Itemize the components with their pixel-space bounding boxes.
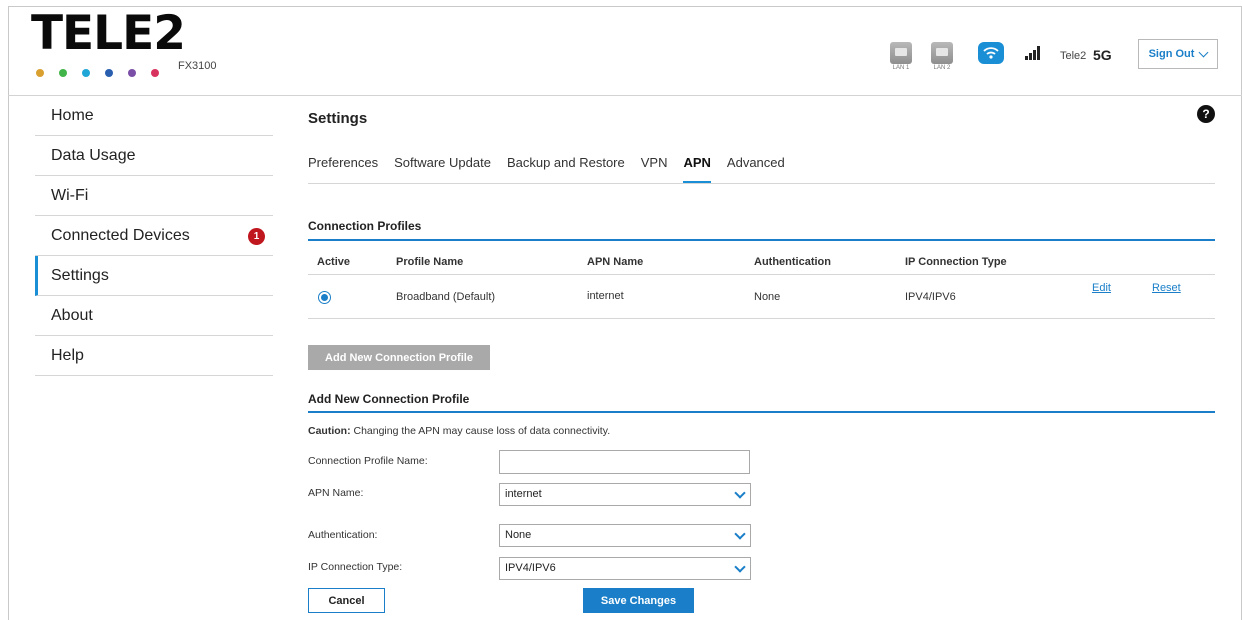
apn-name-label: APN Name: [308,487,364,499]
profile-name-input[interactable] [499,450,750,474]
sidebar-item-label: Home [51,106,94,124]
authentication-value: None [505,529,532,541]
sidebar-item-label: Help [51,346,84,364]
add-connection-profile-button[interactable]: Add New Connection Profile [308,345,490,370]
tab-software-update[interactable]: Software Update [394,152,491,183]
sidebar-item-label: Connected Devices [51,226,190,244]
model-name: FX3100 [178,60,217,72]
logo-dot [59,69,67,77]
lan1-label: LAN 1 [892,65,910,71]
logo-dot [36,69,44,77]
chevron-down-icon [734,528,746,540]
save-changes-button[interactable]: Save Changes [583,588,694,613]
page-title: Settings [308,110,368,127]
ip-connection-type: IPV4/IPV6 [905,291,956,303]
help-icon[interactable]: ? [1197,105,1215,123]
reset-link[interactable]: Reset [1152,282,1181,294]
logo-dot [82,69,90,77]
authentication: None [754,291,781,303]
notification-badge: 1 [248,228,265,245]
sidebar-item-about[interactable]: About [35,296,273,336]
logo-dot [151,69,159,77]
signal-strength-icon [1025,46,1040,60]
sidebar-item-connected-devices[interactable]: Connected Devices 1 [35,216,273,256]
column-header: Authentication [754,256,831,268]
tab-apn[interactable]: APN [683,152,711,183]
caution-label: Caution: [308,425,351,437]
chevron-down-icon [734,561,746,573]
ip-connection-type-label: IP Connection Type: [308,561,403,573]
column-header: Active [317,256,351,268]
sidebar: Home Data Usage Wi-Fi Connected Devices … [35,96,273,376]
sidebar-item-help[interactable]: Help [35,336,273,376]
settings-tabs: Preferences Software Update Backup and R… [308,152,1215,184]
sidebar-item-settings[interactable]: Settings [35,256,273,296]
sidebar-item-label: Data Usage [51,146,136,164]
apn-name-value: internet [505,488,542,500]
lan2-status: LAN 2 [929,42,955,71]
profile-name-label: Connection Profile Name: [308,455,428,467]
column-header: Profile Name [396,256,464,268]
chevron-down-icon [1198,47,1209,57]
sign-out-button[interactable]: Sign Out [1138,39,1218,69]
sidebar-item-label: Settings [51,266,109,284]
ip-connection-type-value: IPV4/IPV6 [505,562,556,574]
table-row: Broadband (Default) internet None IPV4/I… [308,276,1215,319]
sidebar-item-home[interactable]: Home [35,96,273,136]
lan2-label: LAN 2 [933,65,951,71]
column-header: IP Connection Type [905,256,1007,268]
ethernet-port-icon [931,42,953,64]
tab-preferences[interactable]: Preferences [308,152,378,183]
section-divider [308,239,1215,241]
logo-dot [105,69,113,77]
tele2-logo: TELE2 [31,6,186,61]
ip-connection-type-select[interactable]: IPV4/IPV6 [499,557,751,580]
authentication-label: Authentication: [308,529,378,541]
sidebar-item-label: About [51,306,93,324]
sidebar-item-data-usage[interactable]: Data Usage [35,136,273,176]
apn-name: internet [587,290,624,302]
active-profile-radio[interactable] [318,291,331,304]
lan1-status: LAN 1 [888,42,914,71]
ethernet-port-icon [890,42,912,64]
logo-dot [128,69,136,77]
profile-name: Broadband (Default) [396,291,496,303]
section-divider [308,411,1215,413]
caution-text: Changing the APN may cause loss of data … [350,425,611,437]
sign-out-label: Sign Out [1148,48,1195,60]
wifi-icon[interactable] [978,42,1004,64]
header: TELE2 FX3100 LAN 1 LAN 2 Tele2 5G Sign O… [0,0,1242,96]
sidebar-item-wifi[interactable]: Wi-Fi [35,176,273,216]
connection-profiles-title: Connection Profiles [308,219,422,233]
column-header: APN Name [587,256,644,268]
edit-link[interactable]: Edit [1092,282,1111,294]
caution-message: Caution: Changing the APN may cause loss… [308,425,610,437]
cancel-button[interactable]: Cancel [308,588,385,613]
tab-vpn[interactable]: VPN [641,152,668,183]
network-type: 5G [1093,47,1112,63]
tab-backup-restore[interactable]: Backup and Restore [507,152,625,183]
carrier-name: Tele2 [1060,50,1087,62]
chevron-down-icon [734,487,746,499]
tab-advanced[interactable]: Advanced [727,152,785,183]
authentication-select[interactable]: None [499,524,751,547]
logo-dots [36,69,159,77]
profiles-table-header: Active Profile Name APN Name Authenticat… [308,248,1215,275]
apn-name-select[interactable]: internet [499,483,751,506]
sidebar-item-label: Wi-Fi [51,186,89,204]
add-profile-title: Add New Connection Profile [308,392,470,406]
